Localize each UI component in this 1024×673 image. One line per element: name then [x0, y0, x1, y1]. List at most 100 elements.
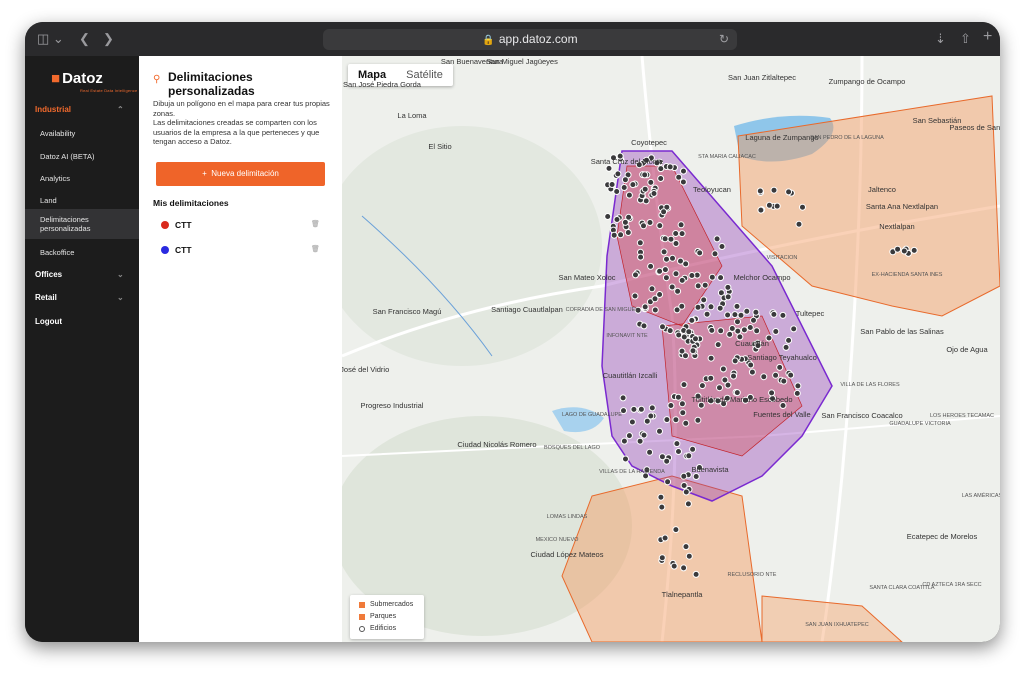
- building-marker[interactable]: [608, 181, 616, 188]
- building-marker[interactable]: [757, 206, 765, 214]
- building-marker[interactable]: [740, 326, 748, 334]
- building-marker[interactable]: [772, 371, 780, 379]
- building-marker[interactable]: [674, 393, 682, 401]
- building-marker[interactable]: [605, 164, 613, 172]
- building-marker[interactable]: [731, 357, 739, 365]
- building-marker[interactable]: [692, 570, 700, 578]
- building-marker[interactable]: [680, 333, 688, 341]
- building-marker[interactable]: [640, 222, 647, 230]
- building-marker[interactable]: [660, 208, 668, 216]
- nav-item-availability[interactable]: Availability: [40, 129, 75, 138]
- building-marker[interactable]: [682, 488, 690, 496]
- building-marker[interactable]: [648, 285, 656, 293]
- nav-item-backoffice[interactable]: Backoffice: [40, 248, 74, 257]
- logo[interactable]: ■ Datoz: [51, 70, 103, 87]
- building-marker[interactable]: [688, 316, 696, 324]
- building-marker[interactable]: [663, 255, 670, 263]
- building-marker[interactable]: [647, 262, 655, 270]
- building-marker[interactable]: [621, 176, 629, 184]
- building-marker[interactable]: [689, 445, 697, 453]
- building-marker[interactable]: [698, 382, 706, 390]
- building-marker[interactable]: [661, 235, 669, 243]
- building-marker[interactable]: [785, 336, 793, 344]
- building-marker[interactable]: [743, 307, 751, 315]
- building-marker[interactable]: [675, 331, 683, 339]
- building-marker[interactable]: [716, 304, 724, 312]
- building-marker[interactable]: [753, 327, 761, 335]
- building-marker[interactable]: [780, 377, 788, 385]
- building-marker[interactable]: [678, 400, 686, 408]
- building-marker[interactable]: [637, 405, 645, 413]
- building-marker[interactable]: [641, 303, 649, 311]
- building-marker[interactable]: [773, 202, 781, 210]
- building-marker[interactable]: [625, 432, 633, 440]
- building-marker[interactable]: [631, 292, 639, 300]
- building-marker[interactable]: [718, 243, 726, 250]
- building-marker[interactable]: [776, 363, 784, 371]
- building-marker[interactable]: [664, 478, 672, 486]
- building-marker[interactable]: [620, 184, 628, 191]
- building-marker[interactable]: [656, 222, 664, 230]
- building-marker[interactable]: [663, 457, 671, 465]
- building-marker[interactable]: [692, 335, 699, 343]
- building-marker[interactable]: [622, 455, 629, 463]
- building-marker[interactable]: [692, 473, 700, 480]
- building-marker[interactable]: [680, 482, 688, 489]
- building-marker[interactable]: [760, 373, 768, 381]
- building-marker[interactable]: [717, 274, 725, 282]
- building-marker[interactable]: [685, 328, 693, 336]
- building-marker[interactable]: [719, 365, 727, 373]
- building-marker[interactable]: [632, 271, 639, 279]
- download-icon[interactable]: ⇣: [935, 30, 946, 48]
- nav-item-land[interactable]: Land: [40, 196, 57, 205]
- nav-item-logout[interactable]: Logout: [35, 317, 62, 326]
- building-marker[interactable]: [716, 384, 723, 392]
- nav-item-analytics[interactable]: Analytics: [40, 174, 70, 183]
- building-marker[interactable]: [614, 170, 622, 178]
- trash-icon[interactable]: 🗑: [311, 245, 320, 253]
- building-marker[interactable]: [731, 311, 739, 319]
- reload-icon[interactable]: ↻: [719, 29, 729, 50]
- nav-item-offices[interactable]: Offices ⌄: [35, 270, 124, 279]
- building-marker[interactable]: [662, 274, 670, 282]
- building-marker[interactable]: [779, 311, 787, 319]
- building-marker[interactable]: [670, 562, 678, 570]
- building-marker[interactable]: [679, 178, 687, 186]
- building-marker[interactable]: [717, 327, 725, 335]
- building-marker[interactable]: [669, 254, 676, 262]
- building-marker[interactable]: [674, 287, 682, 295]
- back-icon[interactable]: ❮: [79, 30, 90, 48]
- building-marker[interactable]: [646, 448, 654, 456]
- building-marker[interactable]: [658, 503, 666, 511]
- building-marker[interactable]: [651, 306, 659, 314]
- building-marker[interactable]: [672, 526, 680, 534]
- address-bar[interactable]: 🔒 app.datoz.com ↻: [323, 29, 737, 50]
- building-marker[interactable]: [795, 220, 803, 228]
- building-marker[interactable]: [772, 328, 780, 335]
- building-marker[interactable]: [900, 247, 908, 255]
- building-marker[interactable]: [700, 296, 708, 304]
- building-marker[interactable]: [666, 327, 674, 335]
- building-marker[interactable]: [659, 323, 666, 331]
- building-marker[interactable]: [689, 347, 697, 355]
- building-marker[interactable]: [707, 354, 715, 362]
- building-marker[interactable]: [750, 316, 757, 324]
- building-marker[interactable]: [734, 318, 741, 326]
- building-marker[interactable]: [696, 249, 704, 257]
- building-marker[interactable]: [748, 368, 756, 376]
- building-marker[interactable]: [747, 361, 755, 369]
- building-marker[interactable]: [656, 427, 663, 435]
- building-marker[interactable]: [656, 291, 664, 298]
- building-marker[interactable]: [628, 418, 636, 426]
- building-marker[interactable]: [770, 310, 778, 318]
- building-marker[interactable]: [636, 239, 644, 247]
- building-marker[interactable]: [708, 273, 716, 281]
- building-marker[interactable]: [624, 229, 632, 236]
- building-marker[interactable]: [672, 230, 680, 237]
- building-marker[interactable]: [675, 448, 682, 455]
- building-marker[interactable]: [677, 221, 685, 229]
- building-marker[interactable]: [647, 412, 655, 420]
- nav-item-delimitaciones[interactable]: Delimitaciones personalizadas: [40, 215, 120, 233]
- building-marker[interactable]: [726, 330, 734, 338]
- building-marker[interactable]: [782, 343, 790, 351]
